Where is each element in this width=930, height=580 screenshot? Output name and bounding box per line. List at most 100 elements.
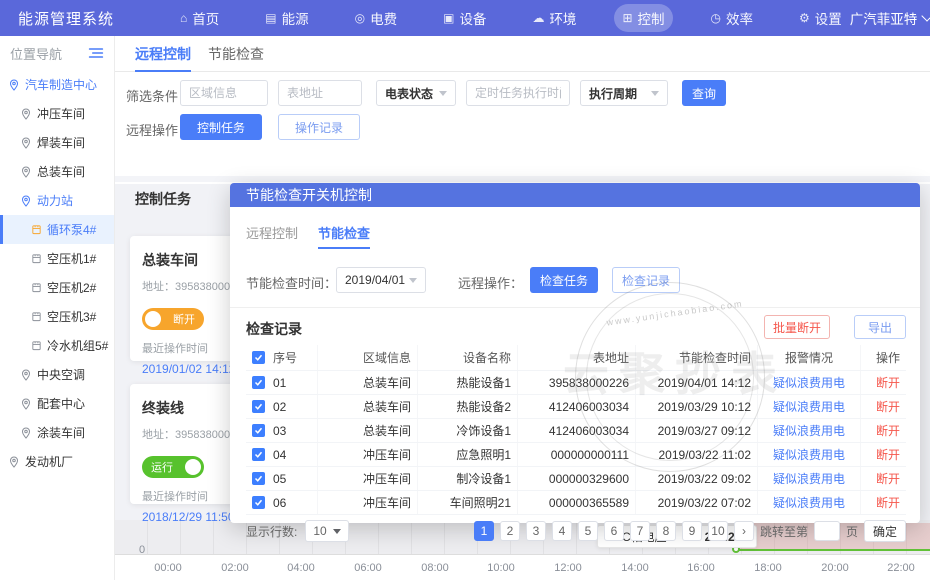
sidebar-item-air-compressor-2[interactable]: 空压机2# xyxy=(0,273,114,302)
sidebar-item-assembly-shop[interactable]: 总装车间 xyxy=(0,157,114,186)
toggle-knob xyxy=(185,459,201,475)
alarm-link[interactable]: 疑似浪费用电 xyxy=(773,398,845,415)
page-button[interactable]: 3 xyxy=(526,521,546,541)
disconnect-action-link[interactable]: 断开 xyxy=(876,494,900,511)
row-checkbox[interactable] xyxy=(252,448,265,461)
alarm-link[interactable]: 疑似浪费用电 xyxy=(773,422,845,439)
table-row: 03 总装车间 冷饰设备1 412406003034 2019/03/27 09… xyxy=(246,419,906,443)
nav-energy[interactable]: ▤ 能源 xyxy=(257,4,316,32)
page-button[interactable]: 4 xyxy=(552,521,572,541)
page-buttons: 1 2 3 4 5 6 7 8 9 10 › 跳转至第 页 确定 xyxy=(474,520,906,542)
confirm-jump-button[interactable]: 确定 xyxy=(864,520,906,542)
page-button[interactable]: 1 xyxy=(474,521,494,541)
sidebar-item-support-center[interactable]: 配套中心 xyxy=(0,389,114,418)
y-axis-tick: 0 xyxy=(139,544,145,556)
x-tick: 18:00 xyxy=(754,562,782,574)
meter-state-select[interactable]: 电表状态 xyxy=(376,80,456,106)
alarm-link[interactable]: 疑似浪费用电 xyxy=(773,470,845,487)
x-tick: 02:00 xyxy=(221,562,249,574)
sidebar-item-stamping-shop[interactable]: 冲压车间 xyxy=(0,99,114,128)
collapse-menu-icon[interactable] xyxy=(88,46,104,60)
rows-per-page-select[interactable]: 10 xyxy=(305,520,348,542)
row-checkbox[interactable] xyxy=(252,496,265,509)
modal-tab-energy-check[interactable]: 节能检查 xyxy=(318,219,370,249)
sidebar-item-circulating-pump-4[interactable]: 循环泵4# xyxy=(0,215,114,244)
control-tasks-title: 控制任务 xyxy=(135,189,191,209)
tenant-selector[interactable]: 广汽菲亚特 xyxy=(850,8,930,28)
alarm-link[interactable]: 疑似浪费用电 xyxy=(773,494,845,511)
home-icon: ⌂ xyxy=(180,11,187,25)
alarm-link[interactable]: 疑似浪费用电 xyxy=(773,374,845,391)
tab-remote-control[interactable]: 远程控制 xyxy=(135,36,191,72)
sidebar-item-auto-manufacturing-center[interactable]: 汽车制造中心 xyxy=(0,70,114,99)
alarm-link[interactable]: 疑似浪费用电 xyxy=(773,446,845,463)
sidebar-item-air-compressor-1[interactable]: 空压机1# xyxy=(0,244,114,273)
exec-cycle-select[interactable]: 执行周期 xyxy=(580,80,668,106)
main-menu: ⌂ 首页 ▤ 能源 ◎ 电费 ▣ 设备 ☁ 环境 ⊞ 控制 xyxy=(172,4,850,32)
location-pin-icon xyxy=(20,108,32,120)
power-toggle-on[interactable]: 运行 xyxy=(142,456,204,478)
sidebar-item-air-compressor-3[interactable]: 空压机3# xyxy=(0,302,114,331)
sidebar-item-welding-shop[interactable]: 焊装车间 xyxy=(0,128,114,157)
page-button[interactable]: 7 xyxy=(630,521,650,541)
disconnect-action-link[interactable]: 断开 xyxy=(876,470,900,487)
x-tick: 12:00 xyxy=(554,562,582,574)
check-record-button[interactable]: 检查记录 xyxy=(612,267,680,293)
row-checkbox[interactable] xyxy=(252,424,265,437)
page-button[interactable]: 2 xyxy=(500,521,520,541)
toggle-knob xyxy=(145,311,161,327)
disconnect-action-link[interactable]: 断开 xyxy=(876,446,900,463)
meter-address-input[interactable] xyxy=(278,80,362,106)
page-button[interactable]: 10 xyxy=(708,521,728,541)
x-tick: 10:00 xyxy=(487,562,515,574)
sidebar-item-central-ac[interactable]: 中央空调 xyxy=(0,360,114,389)
nav-home[interactable]: ⌂ 首页 xyxy=(172,4,227,32)
pagination-bar: 显示行数: 10 1 2 3 4 5 6 7 8 9 10 › xyxy=(246,519,906,543)
modal-tab-remote-control[interactable]: 远程控制 xyxy=(246,219,298,249)
check-time-select[interactable]: 2019/04/01 xyxy=(336,267,426,293)
sidebar-item-power-station[interactable]: 动力站 xyxy=(0,186,114,215)
check-time-label: 节能检查时间： xyxy=(246,273,337,292)
sidebar-item-engine-plant[interactable]: 发动机厂 xyxy=(0,447,114,476)
nav-device[interactable]: ▣ 设备 xyxy=(435,4,494,32)
row-checkbox[interactable] xyxy=(252,472,265,485)
operation-record-button[interactable]: 操作记录 xyxy=(278,114,360,140)
control-task-button[interactable]: 控制任务 xyxy=(180,114,262,140)
page-button[interactable]: 6 xyxy=(604,521,624,541)
nav-efficiency[interactable]: ◷ 效率 xyxy=(703,4,761,32)
table-header-row: 序号 区域信息 设备名称 表地址 节能检查时间 报警情况 操作 xyxy=(246,345,906,371)
disconnect-action-link[interactable]: 断开 xyxy=(876,422,900,439)
batch-disconnect-button[interactable]: 批量断开 xyxy=(764,315,830,339)
location-pin-icon xyxy=(20,195,32,207)
check-task-button[interactable]: 检查任务 xyxy=(530,267,598,293)
nav-settings[interactable]: ⚙ 设置 xyxy=(791,4,850,32)
nav-environment[interactable]: ☁ 环境 xyxy=(524,4,584,32)
row-checkbox[interactable] xyxy=(252,376,265,389)
next-page-button[interactable]: › xyxy=(734,521,754,541)
page-button[interactable]: 8 xyxy=(656,521,676,541)
chevron-down-icon xyxy=(409,278,417,283)
x-tick: 06:00 xyxy=(354,562,382,574)
device-doc-icon xyxy=(31,253,42,264)
nav-electricity-fee[interactable]: ◎ 电费 xyxy=(347,4,405,32)
x-tick: 16:00 xyxy=(687,562,715,574)
disconnect-action-link[interactable]: 断开 xyxy=(876,374,900,391)
page-button[interactable]: 5 xyxy=(578,521,598,541)
location-pin-icon xyxy=(20,398,32,410)
nav-control[interactable]: ⊞ 控制 xyxy=(614,4,672,32)
power-toggle-off[interactable]: 断开 xyxy=(142,308,204,330)
export-button[interactable]: 导出 xyxy=(854,315,906,339)
disconnect-action-link[interactable]: 断开 xyxy=(876,398,900,415)
area-info-input[interactable] xyxy=(180,80,268,106)
sidebar-item-paint-shop[interactable]: 涂装车间 xyxy=(0,418,114,447)
rows-per-page-label: 显示行数: xyxy=(246,523,297,540)
tab-energy-check[interactable]: 节能检查 xyxy=(208,36,264,72)
jump-page-input[interactable] xyxy=(814,521,840,541)
page-button[interactable]: 9 xyxy=(682,521,702,541)
select-all-checkbox[interactable] xyxy=(252,351,265,364)
task-exec-time-input[interactable] xyxy=(466,80,570,106)
sidebar-item-chiller-unit-5[interactable]: 冷水机组5# xyxy=(0,331,114,360)
chart-series-line xyxy=(737,549,930,551)
search-button[interactable]: 查询 xyxy=(682,80,726,106)
row-checkbox[interactable] xyxy=(252,400,265,413)
